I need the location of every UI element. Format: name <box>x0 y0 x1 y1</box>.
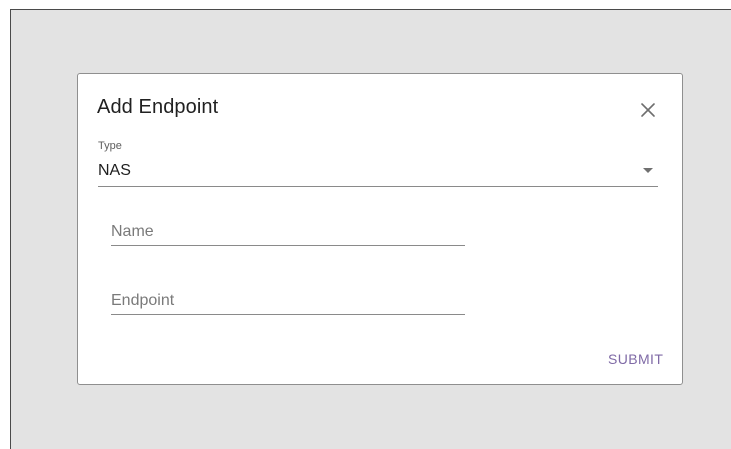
submit-button[interactable]: SUBMIT <box>608 348 672 370</box>
name-field[interactable] <box>111 212 465 252</box>
endpoint-underline <box>111 314 465 315</box>
type-selected-value: NAS <box>98 162 131 179</box>
dialog-title: Add Endpoint <box>97 96 219 118</box>
type-underline <box>98 186 658 187</box>
name-underline <box>111 245 465 246</box>
endpoint-input[interactable] <box>111 281 465 315</box>
name-input[interactable] <box>111 212 465 246</box>
type-select[interactable]: Type NAS <box>98 138 658 188</box>
close-button[interactable] <box>635 96 661 122</box>
endpoint-field[interactable] <box>111 281 465 321</box>
add-endpoint-dialog: Add Endpoint Type NAS SUBMIT <box>77 73 683 385</box>
screen: Add Endpoint Type NAS SUBMIT <box>0 0 731 449</box>
dropdown-arrow-icon <box>643 168 653 173</box>
close-icon <box>641 103 655 117</box>
type-label: Type <box>98 140 122 152</box>
